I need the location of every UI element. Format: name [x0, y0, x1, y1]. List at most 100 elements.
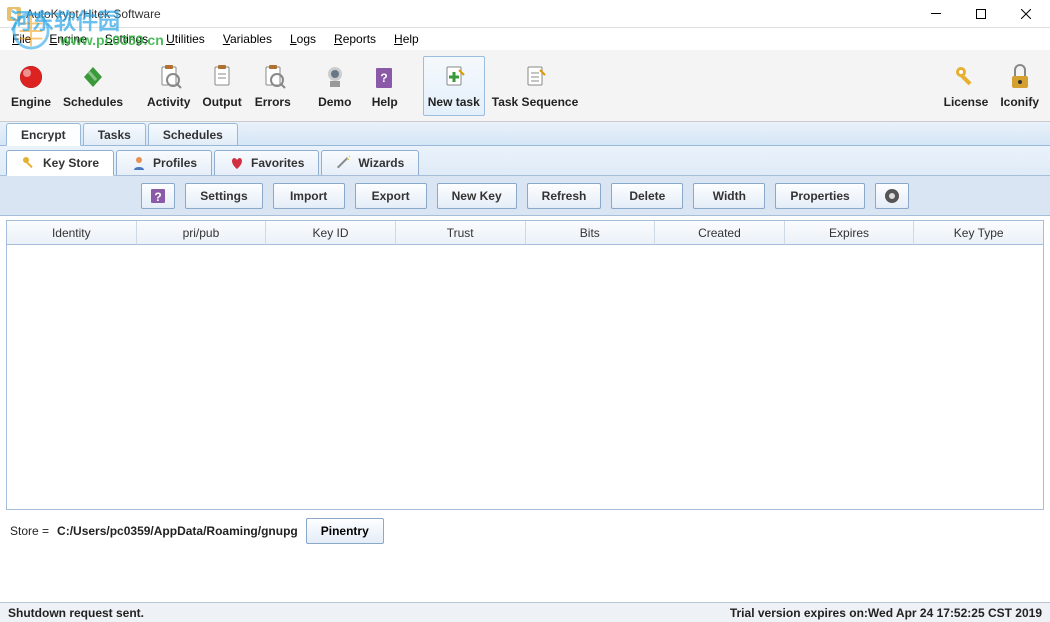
- engine-label: Engine: [11, 95, 51, 109]
- svg-text:?: ?: [155, 190, 162, 204]
- activity-button[interactable]: Activity: [142, 56, 195, 116]
- subtab-profiles[interactable]: Profiles: [116, 150, 212, 175]
- pinentry-button[interactable]: Pinentry: [306, 518, 384, 544]
- tasksequence-button[interactable]: Task Sequence: [487, 56, 583, 116]
- subtab-keystore[interactable]: Key Store: [6, 150, 114, 176]
- license-icon: [952, 63, 980, 91]
- store-label: Store =: [10, 524, 49, 538]
- tasksequence-label: Task Sequence: [492, 95, 578, 109]
- col-identity[interactable]: Identity: [7, 221, 137, 245]
- output-label: Output: [202, 95, 241, 109]
- menu-logs[interactable]: Logs: [282, 30, 324, 48]
- col-keyid[interactable]: Key ID: [266, 221, 396, 245]
- license-button[interactable]: License: [939, 56, 994, 116]
- import-button[interactable]: Import: [273, 183, 345, 209]
- delete-button[interactable]: Delete: [611, 183, 683, 209]
- help-button[interactable]: ? Help: [361, 56, 409, 116]
- col-pripub[interactable]: pri/pub: [137, 221, 267, 245]
- activity-label: Activity: [147, 95, 190, 109]
- newtask-button[interactable]: New task: [423, 56, 485, 116]
- heart-icon: [229, 155, 245, 171]
- status-right-prefix: Trial version expires on:: [730, 606, 868, 620]
- status-left: Shutdown request sent.: [8, 606, 144, 620]
- iconify-label: Iconify: [1000, 95, 1039, 109]
- col-created[interactable]: Created: [655, 221, 785, 245]
- statusbar: Shutdown request sent. Trial version exp…: [0, 602, 1050, 622]
- subtab-wizards-label: Wizards: [358, 156, 404, 170]
- tab-schedules[interactable]: Schedules: [148, 123, 238, 145]
- schedules-label: Schedules: [63, 95, 123, 109]
- menu-reports[interactable]: Reports: [326, 30, 384, 48]
- store-row: Store = C:/Users/pc0359/AppData/Roaming/…: [0, 510, 1050, 552]
- subtab-wizards[interactable]: Wizards: [321, 150, 419, 175]
- menu-file[interactable]: File: [4, 30, 39, 48]
- tab-encrypt[interactable]: Encrypt: [6, 123, 81, 146]
- menu-help[interactable]: Help: [386, 30, 427, 48]
- help-action-button[interactable]: ?: [141, 183, 175, 209]
- store-path: C:/Users/pc0359/AppData/Roaming/gnupg: [57, 524, 298, 538]
- col-bits[interactable]: Bits: [526, 221, 656, 245]
- engine-button[interactable]: Engine: [6, 56, 56, 116]
- newtask-icon: [440, 63, 468, 91]
- settings-button[interactable]: Settings: [185, 183, 262, 209]
- status-right-value: Wed Apr 24 17:52:25 CST 2019: [868, 606, 1042, 620]
- iconify-button[interactable]: Iconify: [995, 56, 1044, 116]
- app-icon: [6, 6, 22, 22]
- subtab-favorites-label: Favorites: [251, 156, 304, 170]
- width-button[interactable]: Width: [693, 183, 765, 209]
- iconify-icon: [1006, 63, 1034, 91]
- table-header: Identity pri/pub Key ID Trust Bits Creat…: [7, 221, 1043, 245]
- col-keytype[interactable]: Key Type: [914, 221, 1043, 245]
- maximize-icon: [976, 9, 986, 19]
- maximize-button[interactable]: [958, 1, 1003, 27]
- gear-action-button[interactable]: [875, 183, 909, 209]
- menu-variables[interactable]: Variables: [215, 30, 280, 48]
- properties-button[interactable]: Properties: [775, 183, 864, 209]
- activity-icon: [155, 63, 183, 91]
- help-small-icon: ?: [149, 187, 167, 205]
- close-button[interactable]: [1003, 1, 1048, 27]
- schedules-button[interactable]: Schedules: [58, 56, 128, 116]
- col-expires[interactable]: Expires: [785, 221, 915, 245]
- subtab-favorites[interactable]: Favorites: [214, 150, 319, 175]
- demo-button[interactable]: Demo: [311, 56, 359, 116]
- refresh-button[interactable]: Refresh: [527, 183, 602, 209]
- errors-icon: [259, 63, 287, 91]
- svg-text:?: ?: [380, 71, 387, 85]
- menu-engine[interactable]: Engine: [41, 30, 94, 48]
- key-table: Identity pri/pub Key ID Trust Bits Creat…: [6, 220, 1044, 510]
- subtab-profiles-label: Profiles: [153, 156, 197, 170]
- errors-button[interactable]: Errors: [249, 56, 297, 116]
- help-label: Help: [372, 95, 398, 109]
- demo-label: Demo: [318, 95, 351, 109]
- output-button[interactable]: Output: [197, 56, 246, 116]
- tab-tasks[interactable]: Tasks: [83, 123, 146, 145]
- window-title-vendor: Hitek Software: [83, 7, 161, 21]
- window-title-app: AutoKrypt: [26, 7, 79, 21]
- menu-settings[interactable]: Settings: [97, 30, 156, 48]
- help-icon: ?: [371, 63, 399, 91]
- subtab-keystore-label: Key Store: [43, 156, 99, 170]
- errors-label: Errors: [255, 95, 291, 109]
- demo-icon: [321, 63, 349, 91]
- tasksequence-icon: [521, 63, 549, 91]
- menu-utilities[interactable]: Utilities: [158, 30, 213, 48]
- menubar: File Engine Settings Utilities Variables…: [0, 28, 1050, 50]
- person-icon: [131, 155, 147, 171]
- action-row: ? Settings Import Export New Key Refresh…: [0, 176, 1050, 216]
- export-button[interactable]: Export: [355, 183, 427, 209]
- minimize-button[interactable]: [913, 1, 958, 27]
- col-trust[interactable]: Trust: [396, 221, 526, 245]
- wand-icon: [336, 155, 352, 171]
- close-icon: [1021, 9, 1031, 19]
- gear-icon: [883, 187, 901, 205]
- newtask-label: New task: [428, 95, 480, 109]
- output-icon: [208, 63, 236, 91]
- key-icon: [21, 155, 37, 171]
- engine-icon: [17, 63, 45, 91]
- newkey-button[interactable]: New Key: [437, 183, 517, 209]
- minimize-icon: [931, 9, 941, 19]
- toolbar: Engine Schedules Activity Output Errors …: [0, 50, 1050, 122]
- main-tabstrip: Encrypt Tasks Schedules: [0, 122, 1050, 146]
- titlebar: AutoKrypt - Hitek Software: [0, 0, 1050, 28]
